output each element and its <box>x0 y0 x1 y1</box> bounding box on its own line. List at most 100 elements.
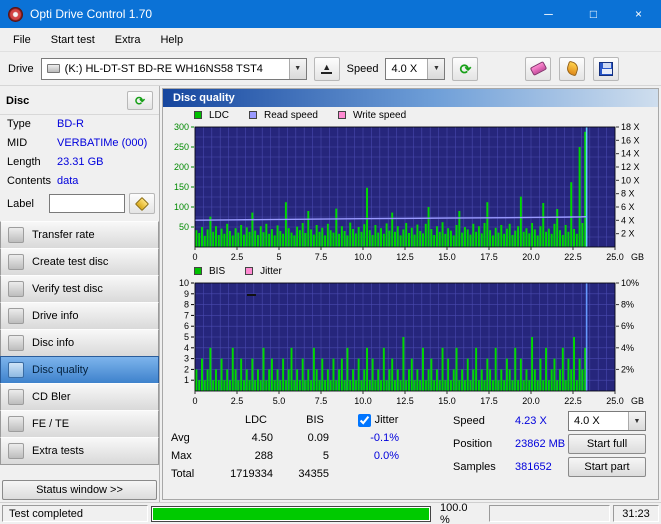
chevron-down-icon[interactable]: ▼ <box>427 58 445 79</box>
sidebar-item-label: Drive info <box>32 310 79 322</box>
start-full-button[interactable]: Start full <box>568 434 646 454</box>
jitter-swatch <box>245 267 254 275</box>
legend-top: LDC Read speed Write speed <box>163 107 658 123</box>
jitter-header-label: Jitter <box>374 414 399 426</box>
eraser-icon <box>529 61 547 76</box>
save-icon <box>599 61 613 76</box>
close-button[interactable]: × <box>616 0 661 28</box>
sidebar-item-disc-quality[interactable]: Disc quality <box>0 356 159 384</box>
svg-text:10%: 10% <box>621 279 639 288</box>
minimize-button[interactable]: ─ <box>526 0 571 28</box>
svg-text:250: 250 <box>174 142 189 152</box>
sidebar-item-label: Create test disc <box>32 256 109 268</box>
sidebar-item-drive-info[interactable]: Drive info <box>0 302 159 330</box>
menu-extra[interactable]: Extra <box>106 31 150 49</box>
sidebar-item-disc-info[interactable]: Disc info <box>0 329 159 357</box>
drive-select-value: (K:) HL-DT-ST BD-RE WH16NS58 TST4 <box>64 62 263 75</box>
disc-info-icon <box>8 335 24 351</box>
svg-text:15.0: 15.0 <box>438 252 456 262</box>
svg-text:20.0: 20.0 <box>522 396 540 406</box>
start-part-button[interactable]: Start part <box>568 457 646 477</box>
status-window-button[interactable]: Status window >> <box>2 480 157 500</box>
brush-icon <box>564 60 580 77</box>
save-button[interactable] <box>593 56 619 81</box>
svg-text:8 X: 8 X <box>621 189 635 199</box>
maximize-button[interactable]: □ <box>571 0 616 28</box>
svg-text:8%: 8% <box>621 300 634 310</box>
avg-jitter-value: -0.1% <box>370 432 399 444</box>
svg-text:12.5: 12.5 <box>396 396 414 406</box>
cd-bler-icon <box>8 389 24 405</box>
avg-ldc-value: 4.50 <box>251 432 273 444</box>
refresh-button[interactable]: ⟳ <box>452 56 479 81</box>
sidebar: Disc ⟳ Type BD-R MID VERBATIMe (000) Len… <box>0 86 160 502</box>
svg-text:16 X: 16 X <box>621 135 640 145</box>
drive-select[interactable]: (K:) HL-DT-ST BD-RE WH16NS58 TST4 ▼ <box>40 57 307 80</box>
statusbar: Test completed 100.0 % 31:23 <box>0 502 661 524</box>
avg-bis-value: 0.09 <box>307 432 329 444</box>
stats-right-block: Speed 4.23 X 4.0 X ▼ Position 23862 MB S… <box>453 411 646 480</box>
status-text: Test completed <box>9 507 83 520</box>
transfer-rate-icon <box>8 227 24 243</box>
extra-tests-icon <box>8 443 24 459</box>
speed-stat-label: Speed <box>453 415 485 427</box>
field-length-label: Length <box>7 156 41 168</box>
jitter-checkbox[interactable] <box>357 413 371 427</box>
svg-text:GB: GB <box>631 396 644 406</box>
refresh-icon: ⟳ <box>459 60 472 77</box>
field-mid: MID VERBATIMe (000) <box>0 134 159 153</box>
ldc-swatch <box>194 111 202 119</box>
menu-help[interactable]: Help <box>151 31 192 49</box>
menu-start-test[interactable]: Start test <box>42 31 104 49</box>
max-jitter-value: 0.0% <box>373 450 399 462</box>
verify-test-disc-icon <box>8 281 24 297</box>
sidebar-item-cd-bler[interactable]: CD Bler <box>0 383 159 411</box>
sidebar-item-label: CD Bler <box>32 391 71 403</box>
bis-chart: 10987654321 10% 8% 6% 4% 2% 0 2.5 5.0 7.5 10.0 12.5… <box>179 279 644 406</box>
quality-speed-select[interactable]: 4.0 X ▼ <box>568 411 646 431</box>
svg-text:2%: 2% <box>621 364 634 374</box>
svg-text:9: 9 <box>184 289 189 299</box>
field-mid-label: MID <box>7 137 28 149</box>
sidebar-item-extra-tests[interactable]: Extra tests <box>0 437 159 465</box>
erase-disc-button[interactable] <box>525 56 551 81</box>
menu-file[interactable]: File <box>4 31 40 49</box>
label-input[interactable] <box>49 194 125 213</box>
window-controls: ─ □ × <box>526 0 661 28</box>
svg-text:12.5: 12.5 <box>396 252 414 262</box>
sidebar-item-verify-test-disc[interactable]: Verify test disc <box>0 275 159 303</box>
avg-row-label: Avg <box>171 432 190 444</box>
max-row-label: Max <box>171 450 192 462</box>
chevron-down-icon[interactable]: ▼ <box>288 58 306 79</box>
clean-drive-button[interactable] <box>559 56 585 81</box>
sidebar-item-label: Extra tests <box>32 445 84 457</box>
sidebar-item-create-test-disc[interactable]: Create test disc <box>0 248 159 276</box>
sidebar-item-fe-te[interactable]: FE / TE <box>0 410 159 438</box>
speed-select[interactable]: 4.0 X ▼ <box>385 57 446 80</box>
drive-label: Drive <box>8 62 34 75</box>
svg-text:8: 8 <box>184 300 189 310</box>
disc-section-header: Disc ⟳ <box>0 89 159 115</box>
svg-text:4%: 4% <box>621 343 634 353</box>
sidebar-item-transfer-rate[interactable]: Transfer rate <box>0 221 159 249</box>
svg-text:150: 150 <box>174 182 189 192</box>
maximize-icon: □ <box>589 7 598 21</box>
disc-refresh-button[interactable]: ⟳ <box>127 91 153 110</box>
sidebar-item-label: Transfer rate <box>32 229 95 241</box>
start-part-label: Start part <box>584 461 630 473</box>
svg-text:10 X: 10 X <box>621 175 640 185</box>
svg-text:100: 100 <box>174 202 189 212</box>
bis-column-header: BIS <box>306 414 324 426</box>
edit-label-button[interactable] <box>129 193 155 214</box>
field-contents-value[interactable]: data <box>57 174 78 189</box>
app-window: Opti Drive Control 1.70 ─ □ × File Start… <box>0 0 661 524</box>
titlebar: Opti Drive Control 1.70 ─ □ × <box>0 0 661 28</box>
toolbar-icon-group <box>525 56 619 81</box>
svg-text:5.0: 5.0 <box>273 396 286 406</box>
svg-text:6 X: 6 X <box>621 202 635 212</box>
chevron-down-icon[interactable]: ▼ <box>628 412 645 430</box>
create-test-disc-icon <box>8 254 24 270</box>
eject-button[interactable]: ▲ <box>313 56 340 81</box>
statusbar-spacer <box>489 505 610 522</box>
svg-text:6: 6 <box>184 321 189 331</box>
